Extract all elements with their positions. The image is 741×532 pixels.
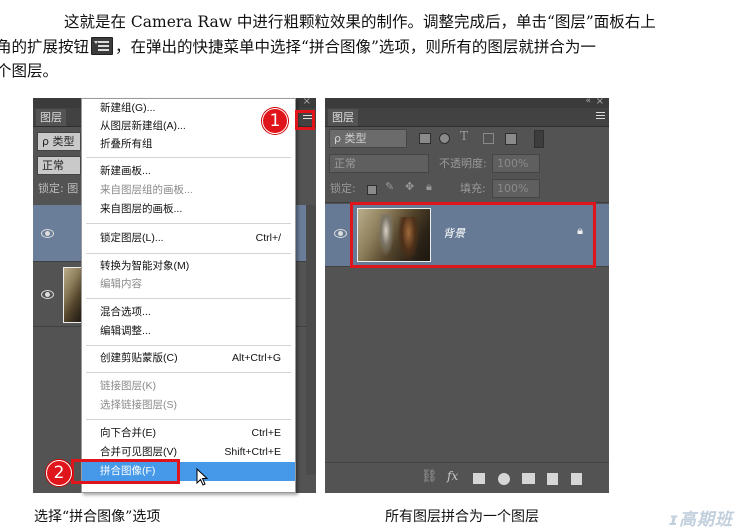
menu-item-new-artboard[interactable]: 新建画板... [82, 162, 295, 181]
lock-label: 锁定: [330, 182, 356, 195]
menu-separator [86, 157, 291, 158]
step-badge-2: 2 [46, 460, 72, 486]
eye-icon[interactable] [41, 290, 54, 299]
highlight-flatten-image [71, 459, 180, 484]
menu-item-artboard-from-group: 来自图层组的画板... [100, 184, 193, 196]
layers-bottom-toolbar: ⛓ fx [325, 462, 609, 493]
blend-mode-select[interactable]: 正常 [37, 156, 81, 175]
eye-icon[interactable] [334, 229, 347, 238]
new-layer-icon[interactable] [547, 473, 558, 485]
menu-item-blending-options[interactable]: 混合选项... [82, 303, 295, 322]
menu-item-collapse-groups[interactable]: 折叠所有组 [82, 135, 295, 154]
cursor-icon [196, 468, 209, 486]
layer-kind-filter[interactable]: ρ 类型 [329, 129, 407, 148]
menu-item-select-linked-layers: 选择链接图层(S) [100, 399, 177, 411]
lock-all-icon[interactable]: 🔒︎ [426, 180, 432, 194]
fill-label: 填充: [460, 182, 486, 195]
lock-label: 锁定: 图 [38, 182, 79, 195]
tab-layers[interactable]: 图层 [328, 109, 358, 126]
fill-input[interactable]: 100% [492, 179, 540, 198]
menu-item-lock-layers[interactable]: 锁定图层(L)... Ctrl+/ [82, 229, 295, 248]
menu-item-edit-adjustment[interactable]: 编辑调整... [82, 322, 295, 341]
filter-toggle[interactable] [534, 130, 544, 148]
menu-item-convert-smart-object[interactable]: 转换为智能对象(M) [82, 257, 295, 276]
filter-type-icon[interactable]: T [460, 129, 468, 143]
highlight-panel-menu-button [295, 110, 315, 130]
adjustment-icon[interactable] [498, 473, 510, 485]
blend-mode-select[interactable]: 正常 [329, 154, 429, 173]
menu-item-link-layers: 链接图层(K) [100, 380, 156, 392]
caption-right: 所有图层拼合为一个图层 [385, 509, 539, 525]
panel-menu-icon [91, 36, 114, 55]
lock-move-icon[interactable]: ✥ [405, 180, 414, 193]
panel-top-bar: « × [325, 98, 609, 108]
panel-menu-button[interactable] [592, 111, 605, 122]
menu-item-edit-contents: 编辑内容 [100, 278, 142, 290]
folder-icon[interactable] [522, 473, 535, 484]
menu-item-artboard-from-layers[interactable]: 来自图层的画板... [82, 200, 295, 219]
menu-separator [86, 223, 291, 224]
lock-transparent-icon[interactable] [367, 185, 377, 195]
highlight-background-layer [350, 202, 596, 268]
menu-separator [86, 253, 291, 254]
step-badge-1: 1 [262, 108, 288, 134]
link-icon[interactable]: ⛓ [421, 469, 438, 484]
layers-panel-menu: 新建组(G)... 从图层新建组(A)... 折叠所有组 新建画板... 来自图… [81, 98, 296, 493]
filter-adjustment-icon[interactable] [439, 133, 450, 144]
filter-shape-icon[interactable] [483, 133, 494, 144]
layer-kind-filter[interactable]: ρ 类型 [37, 132, 81, 151]
panel-tab-row: 图层 [325, 108, 609, 127]
eye-icon[interactable] [41, 229, 54, 238]
menu-separator [86, 345, 291, 346]
lock-paint-icon[interactable]: ✎ [385, 180, 394, 193]
trash-icon[interactable] [571, 473, 582, 485]
tab-layers[interactable]: 图层 [36, 109, 66, 126]
paragraph-line-1: 这就是在 Camera Raw 中进行粗颗粒效果的制作。调整完成后，单击“图层”… [64, 13, 656, 31]
close-icon[interactable]: × [303, 98, 311, 107]
opacity-label: 不透明度: [439, 157, 487, 170]
caption-left: 选择“拼合图像”选项 [34, 509, 161, 525]
menu-separator [86, 372, 291, 373]
right-layers-panel: « × 图层 ρ 类型 T 正常 不透明度: 100% 锁定: ✎ ✥ 🔒︎ 填… [325, 98, 609, 493]
menu-item-merge-down[interactable]: 向下合并(E) Ctrl+E [82, 424, 295, 443]
filter-pixel-icon[interactable] [419, 133, 431, 144]
paragraph-line-3: 个图层。 [0, 62, 59, 80]
paragraph-line-2b: ，在弹出的快捷菜单中选择“拼合图像”选项，则所有的图层就拼合为一 [115, 37, 596, 56]
menu-separator [86, 298, 291, 299]
body-paragraph: 这就是在 Camera Raw 中进行粗颗粒效果的制作。调整完成后，单击“图层”… [0, 10, 730, 84]
filter-smart-icon[interactable] [505, 133, 517, 145]
collapse-icon[interactable]: « [585, 98, 591, 106]
opacity-input[interactable]: 100% [492, 154, 540, 173]
mask-icon[interactable] [473, 473, 485, 484]
menu-separator [86, 419, 291, 420]
menu-item-create-clipping-mask[interactable]: 创建剪贴蒙版(C) Alt+Ctrl+G [82, 349, 295, 368]
fx-icon[interactable]: fx [447, 469, 458, 483]
scrollbar[interactable] [306, 205, 316, 475]
watermark: ɪ高期班 [668, 510, 733, 530]
paragraph-line-2a: 角的扩展按钮 [0, 37, 90, 56]
close-icon[interactable]: × [596, 98, 604, 107]
